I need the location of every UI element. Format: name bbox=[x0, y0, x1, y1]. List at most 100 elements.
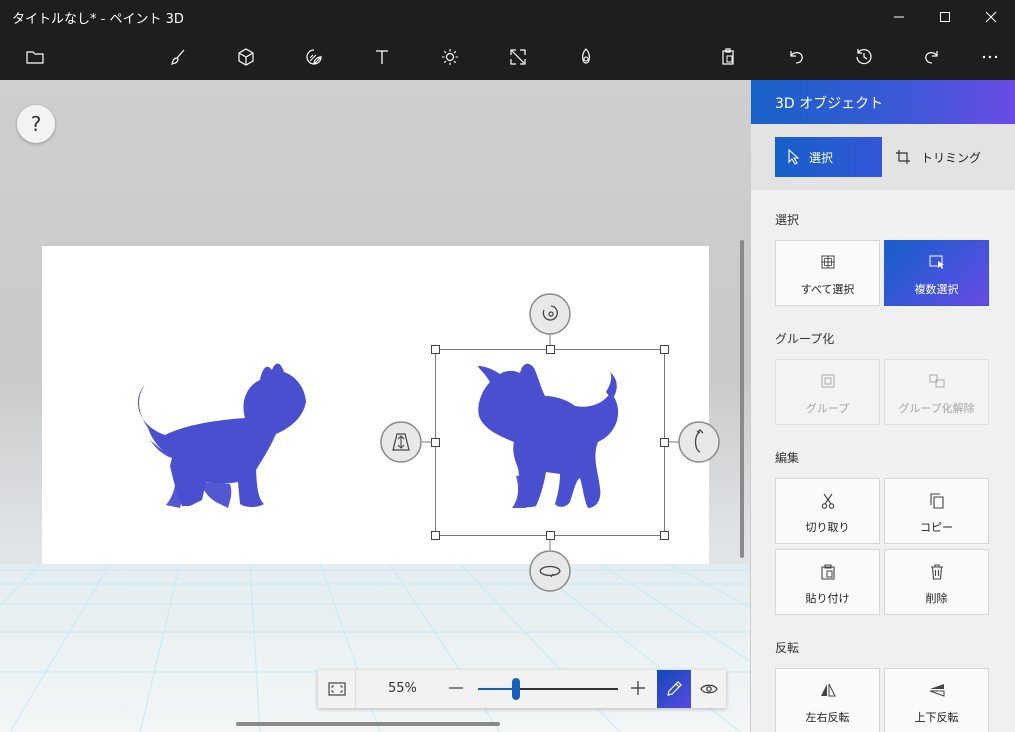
canvas-area[interactable]: ? 55% bbox=[0, 80, 750, 732]
copy-button[interactable]: コピー bbox=[884, 478, 989, 544]
minimize-button[interactable] bbox=[876, 0, 922, 33]
resize-handle-tr[interactable] bbox=[660, 345, 669, 354]
delete-button[interactable]: 削除 bbox=[884, 549, 989, 615]
redo-button[interactable] bbox=[912, 39, 952, 75]
3d-shapes-button[interactable] bbox=[226, 39, 266, 75]
depth-handle[interactable] bbox=[380, 421, 422, 463]
flip-horizontal-icon bbox=[820, 683, 836, 697]
pen-icon bbox=[667, 681, 682, 696]
close-button[interactable] bbox=[968, 0, 1014, 33]
select-mode-label: 選択 bbox=[809, 150, 834, 165]
text-icon bbox=[376, 50, 388, 64]
flip-vertical-icon bbox=[929, 684, 944, 697]
canvas-button[interactable] bbox=[498, 39, 538, 75]
delete-label: 削除 bbox=[925, 592, 948, 605]
maximize-button[interactable] bbox=[922, 0, 968, 33]
select-mode-button[interactable]: 選択 bbox=[775, 137, 882, 177]
more-button[interactable] bbox=[970, 39, 1010, 75]
horizontal-scrollbar[interactable] bbox=[236, 722, 500, 726]
window-title: タイトルなし* - ペイント 3D bbox=[12, 12, 184, 27]
zoom-slider[interactable] bbox=[478, 678, 618, 700]
paste-button[interactable]: 貼り付け bbox=[775, 549, 880, 615]
3d-shapes-icon bbox=[238, 48, 254, 66]
crop-icon bbox=[896, 150, 910, 164]
rotate-x-handle[interactable] bbox=[529, 550, 571, 592]
cat-3d-object-selected[interactable] bbox=[478, 363, 619, 508]
zoom-percent: 55% bbox=[388, 681, 417, 696]
zoom-bar: 55% bbox=[318, 670, 726, 708]
rotate-z-handle[interactable] bbox=[529, 293, 571, 335]
crop-mode-label: トリミング bbox=[921, 150, 982, 165]
3d-library-button[interactable] bbox=[566, 39, 606, 75]
resize-handle-b[interactable] bbox=[546, 531, 555, 540]
cut-button[interactable]: 切り取り bbox=[775, 478, 880, 544]
effects-icon bbox=[442, 49, 458, 65]
undo-button[interactable] bbox=[776, 39, 816, 75]
section-label-select: 選択 bbox=[775, 213, 800, 227]
resize-handle-tl[interactable] bbox=[431, 345, 440, 354]
select-all-button[interactable]: すべて選択 bbox=[775, 240, 880, 306]
mode-row: 選択 トリミング bbox=[751, 124, 1015, 190]
paste-icon bbox=[820, 564, 835, 580]
3d-library-icon bbox=[582, 48, 590, 64]
cut-label: 切り取り bbox=[805, 521, 850, 534]
flip-horizontal-button[interactable]: 左右反転 bbox=[775, 668, 880, 732]
select-all-icon bbox=[821, 255, 834, 269]
paste-toolbar-button[interactable] bbox=[708, 39, 748, 75]
select-all-label: すべて選択 bbox=[800, 283, 855, 296]
panel-header: 3D オブジェクト bbox=[751, 80, 1015, 124]
multi-select-button[interactable]: 複数選択 bbox=[884, 240, 989, 306]
group-icon bbox=[821, 374, 834, 388]
multi-select-label: 複数選択 bbox=[914, 283, 959, 296]
resize-handle-br[interactable] bbox=[660, 531, 669, 540]
paste-label: 貼り付け bbox=[805, 592, 850, 605]
vertical-scrollbar[interactable] bbox=[740, 240, 744, 558]
text-button[interactable] bbox=[362, 39, 402, 75]
menu-button[interactable] bbox=[15, 39, 55, 75]
minus-icon bbox=[449, 687, 463, 689]
trash-icon bbox=[930, 564, 943, 580]
section-label-flip: 反転 bbox=[775, 641, 800, 655]
flip-vertical-button[interactable]: 上下反転 bbox=[884, 668, 989, 732]
panel-title: 3D オブジェクト bbox=[775, 96, 884, 112]
scissors-icon bbox=[821, 493, 834, 509]
zoom-slider-thumb[interactable] bbox=[512, 678, 520, 700]
section-label-group: グループ化 bbox=[775, 332, 835, 346]
resize-handle-bl[interactable] bbox=[431, 531, 440, 540]
main-toolbar bbox=[0, 33, 1015, 80]
history-button[interactable] bbox=[844, 39, 884, 75]
folder-icon bbox=[26, 51, 44, 64]
plus-icon bbox=[631, 681, 645, 695]
fit-screen-icon bbox=[327, 682, 346, 696]
copy-icon bbox=[929, 493, 944, 509]
resize-handle-l[interactable] bbox=[431, 438, 440, 447]
eye-icon bbox=[699, 684, 718, 694]
section-label-edit: 編集 bbox=[775, 451, 800, 465]
stickers-icon bbox=[306, 49, 322, 65]
undo-icon bbox=[790, 51, 803, 64]
zoom-slider-fill bbox=[478, 688, 516, 690]
redo-icon bbox=[925, 51, 938, 64]
copy-label: コピー bbox=[920, 521, 953, 534]
view-mode-button[interactable] bbox=[691, 670, 726, 708]
brushes-button[interactable] bbox=[158, 39, 198, 75]
scene-overlay bbox=[137, 293, 720, 592]
resize-handle-t[interactable] bbox=[546, 345, 555, 354]
zoom-in-button[interactable] bbox=[628, 678, 648, 698]
ungroup-button[interactable]: グループ化解除 bbox=[884, 359, 989, 425]
resize-handle-r[interactable] bbox=[660, 438, 669, 447]
side-panel: 3D オブジェクト 選択 トリミング 選択 すべて選択 複数選択 グループ化 グ… bbox=[750, 80, 1015, 732]
rotate-y-handle[interactable] bbox=[678, 421, 720, 463]
brushes-icon bbox=[171, 49, 185, 65]
draw-mode-button[interactable] bbox=[657, 670, 691, 708]
stickers-button[interactable] bbox=[294, 39, 334, 75]
history-icon bbox=[856, 49, 872, 65]
cat-3d-object[interactable] bbox=[137, 363, 306, 509]
fit-to-screen-button[interactable] bbox=[318, 670, 356, 708]
effects-button[interactable] bbox=[430, 39, 470, 75]
group-button[interactable]: グループ bbox=[775, 359, 880, 425]
zoom-out-button[interactable] bbox=[446, 678, 466, 698]
ungroup-icon bbox=[929, 374, 944, 388]
minimize-icon bbox=[894, 16, 904, 17]
crop-mode-button[interactable]: トリミング bbox=[895, 137, 1005, 177]
